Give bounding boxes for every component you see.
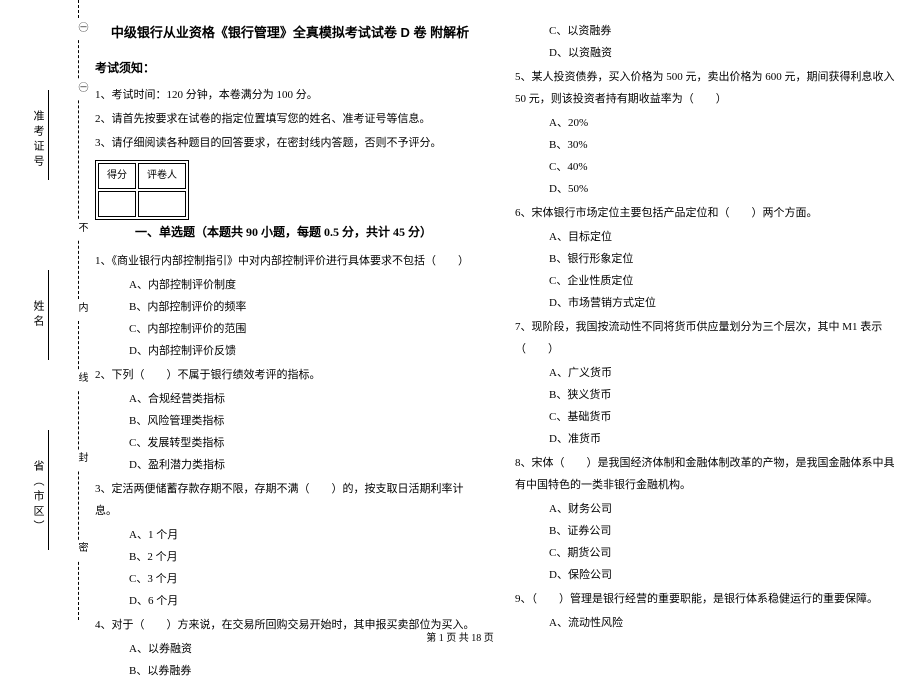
q6-opt-b: B、银行形象定位 xyxy=(515,248,905,270)
notice-item: 3、请仔细阅读各种题目的回答要求，在密封线内答题，否则不予评分。 xyxy=(95,132,485,154)
binding-char: 内 xyxy=(74,300,89,320)
q7-opt-b: B、狭义货币 xyxy=(515,384,905,406)
q3-stem: 3、定活两便储蓄存款存期不限，存期不满（ ）的，按支取日活期利率计息。 xyxy=(95,478,485,522)
q8-opt-a: A、财务公司 xyxy=(515,498,905,520)
binding-char: ㊀ xyxy=(74,80,89,100)
q7-opt-a: A、广义货币 xyxy=(515,362,905,384)
q5-stem: 5、某人投资债券，买入价格为 500 元，卖出价格为 600 元，期间获得利息收… xyxy=(515,66,905,110)
exam-title: 中级银行从业资格《银行管理》全真模拟考试试卷 D 卷 附解析 xyxy=(95,20,485,46)
score-box: 得分 评卷人 xyxy=(95,160,189,220)
field-label-admission: 准考证号 xyxy=(30,110,46,170)
q5-opt-d: D、50% xyxy=(515,178,905,200)
q8-opt-b: B、证券公司 xyxy=(515,520,905,542)
binding-char: 不 xyxy=(74,220,89,240)
scorebox-marker-label: 评卷人 xyxy=(138,163,186,189)
q3-opt-a: A、1 个月 xyxy=(95,524,485,546)
section-1-heading: 一、单选题（本题共 90 小题，每题 0.5 分，共计 45 分） xyxy=(135,220,432,244)
q5-opt-c: C、40% xyxy=(515,156,905,178)
q6-opt-d: D、市场营销方式定位 xyxy=(515,292,905,314)
q3-opt-b: B、2 个月 xyxy=(95,546,485,568)
q2-opt-a: A、合规经营类指标 xyxy=(95,388,485,410)
q6-opt-a: A、目标定位 xyxy=(515,226,905,248)
notice-item: 2、请首先按要求在试卷的指定位置填写您的姓名、准考证号等信息。 xyxy=(95,108,485,130)
q5-opt-a: A、20% xyxy=(515,112,905,134)
left-column: 中级银行从业资格《银行管理》全真模拟考试试卷 D 卷 附解析 考试须知： 1、考… xyxy=(95,20,485,620)
q6-opt-c: C、企业性质定位 xyxy=(515,270,905,292)
page-footer: 第 1 页 共 18 页 xyxy=(0,629,920,644)
q1-opt-b: B、内部控制评价的频率 xyxy=(95,296,485,318)
field-label-name: 姓名 xyxy=(30,300,46,330)
q9-stem: 9、（ ）管理是银行经营的重要职能，是银行体系稳健运行的重要保障。 xyxy=(515,588,905,610)
q2-opt-b: B、风险管理类指标 xyxy=(95,410,485,432)
field-line xyxy=(48,430,49,550)
q4-opt-d: D、以资融资 xyxy=(515,42,905,64)
notice-item: 1、考试时间：120 分钟，本卷满分为 100 分。 xyxy=(95,84,485,106)
field-label-region: 省（市区） xyxy=(30,460,46,535)
q2-stem: 2、下列（ ）不属于银行绩效考评的指标。 xyxy=(95,364,485,386)
q4-opt-c: C、以资融券 xyxy=(515,20,905,42)
q7-opt-c: C、基础货币 xyxy=(515,406,905,428)
q1-opt-c: C、内部控制评价的范围 xyxy=(95,318,485,340)
binding-char: 封 xyxy=(74,450,89,470)
q3-opt-c: C、3 个月 xyxy=(95,568,485,590)
notice-heading: 考试须知： xyxy=(95,56,485,80)
q6-stem: 6、宋体银行市场定位主要包括产品定位和（ ）两个方面。 xyxy=(515,202,905,224)
q1-opt-d: D、内部控制评价反馈 xyxy=(95,340,485,362)
q4-opt-b: B、以券融券 xyxy=(95,660,485,682)
q3-opt-d: D、6 个月 xyxy=(95,590,485,612)
binding-char: 线 xyxy=(74,370,89,390)
q7-stem: 7、现阶段，我国按流动性不同将货币供应量划分为三个层次，其中 M1 表示（ ） xyxy=(515,316,905,360)
right-column: C、以资融券 D、以资融资 5、某人投资债券，买入价格为 500 元，卖出价格为… xyxy=(515,20,905,620)
q7-opt-d: D、准货币 xyxy=(515,428,905,450)
binding-char: ㊀ xyxy=(74,20,89,40)
binding-char: 密 xyxy=(74,540,89,560)
q2-opt-d: D、盈利潜力类指标 xyxy=(95,454,485,476)
q8-opt-c: C、期货公司 xyxy=(515,542,905,564)
q1-opt-a: A、内部控制评价制度 xyxy=(95,274,485,296)
q8-opt-d: D、保险公司 xyxy=(515,564,905,586)
q8-stem: 8、宋体（ ）是我国经济体制和金融体制改革的产物，是我国金融体系中具有中国特色的… xyxy=(515,452,905,496)
scorebox-score-label: 得分 xyxy=(98,163,136,189)
q5-opt-b: B、30% xyxy=(515,134,905,156)
field-line xyxy=(48,270,49,360)
q1-stem: 1、《商业银行内部控制指引》中对内部控制评价进行具体要求不包括（ ） xyxy=(95,250,485,272)
q2-opt-c: C、发展转型类指标 xyxy=(95,432,485,454)
field-line xyxy=(48,90,49,180)
